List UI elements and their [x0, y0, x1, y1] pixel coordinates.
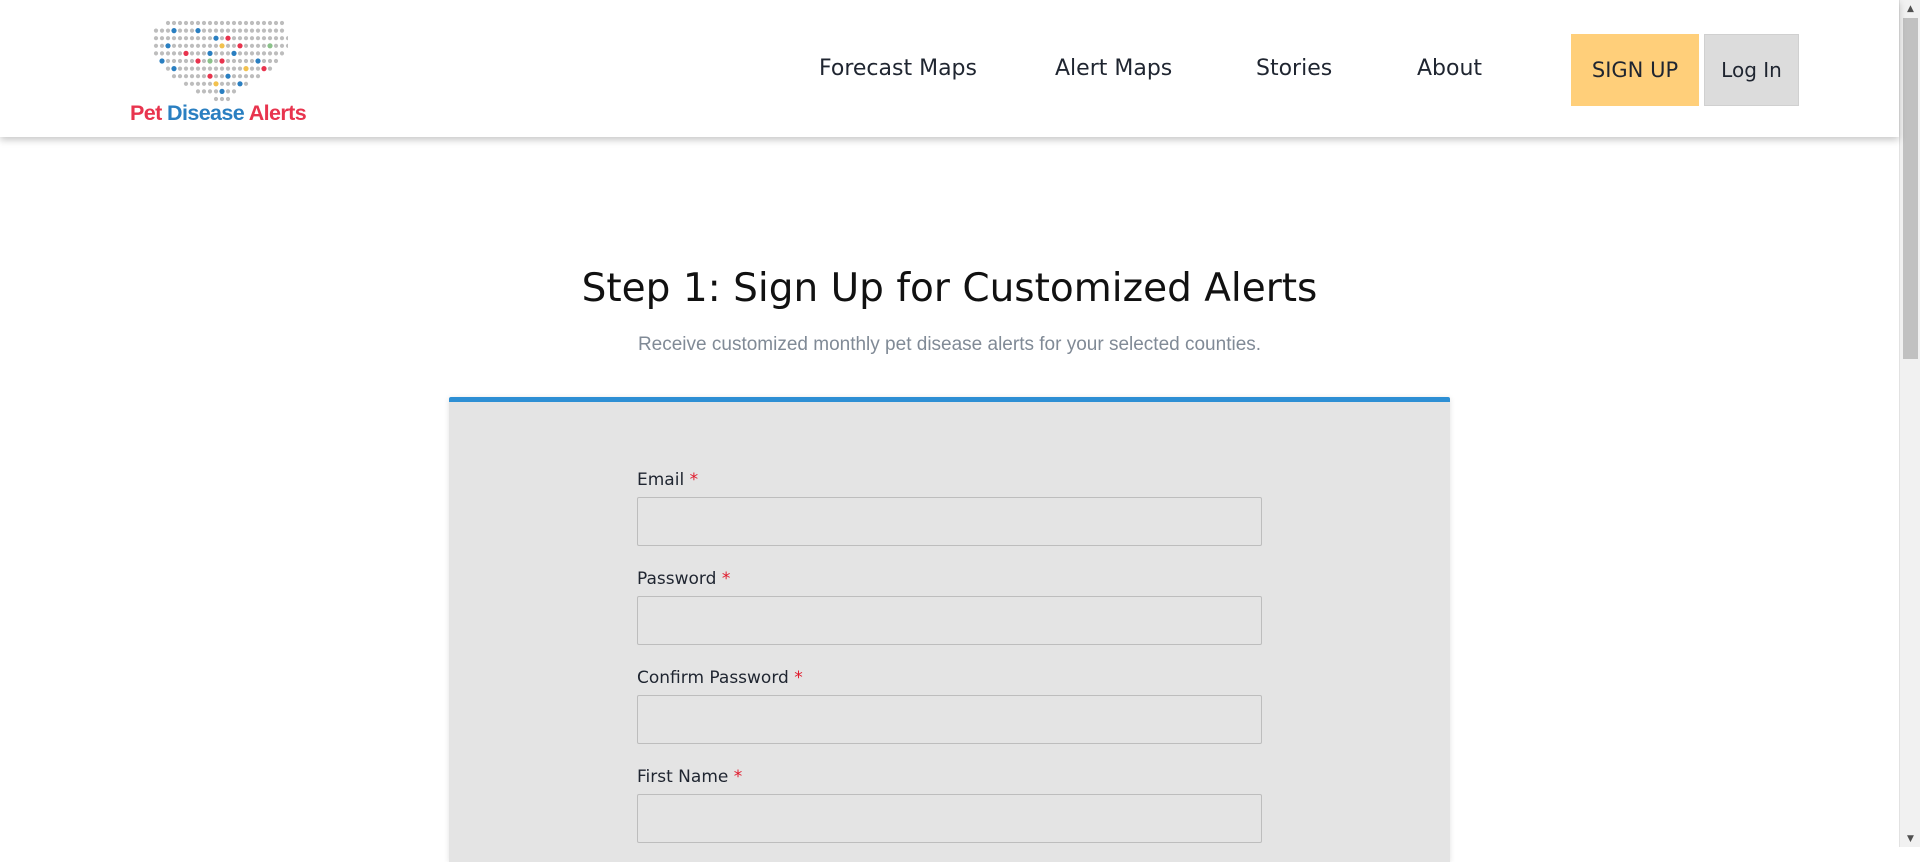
first-name-field[interactable]	[637, 794, 1262, 843]
first-name-label: First Name *	[637, 767, 742, 787]
required-asterisk: *	[733, 767, 743, 787]
required-asterisk: *	[794, 668, 803, 688]
required-asterisk: *	[721, 569, 731, 589]
site-logo[interactable]: Pet Disease Alerts	[128, 14, 312, 126]
required-asterisk: *	[689, 470, 699, 490]
email-label: Email *	[637, 470, 698, 490]
logo-word-disease: Disease	[167, 101, 245, 125]
password-label: Password *	[637, 569, 730, 589]
page-title: Step 1: Sign Up for Customized Alerts	[581, 266, 1318, 311]
scrollbar-thumb[interactable]	[1903, 18, 1918, 359]
nav-alert-maps[interactable]: Alert Maps	[1055, 56, 1172, 81]
usa-dot-map-icon	[153, 20, 288, 102]
page-subtitle: Receive customized monthly pet disease a…	[637, 334, 1262, 355]
confirm-password-label-text: Confirm Password	[637, 668, 789, 688]
site-header: Pet Disease Alerts Forecast Maps Alert M…	[0, 0, 1899, 137]
password-field[interactable]	[637, 596, 1262, 645]
nav-stories[interactable]: Stories	[1256, 56, 1332, 81]
scroll-up-arrow-icon[interactable]: ▲	[1900, 0, 1920, 17]
login-button[interactable]: Log In	[1704, 34, 1799, 106]
page-scrollbar[interactable]: ▲ ▼	[1899, 0, 1920, 847]
signup-button[interactable]: SIGN UP	[1571, 34, 1699, 106]
scroll-down-arrow-icon[interactable]: ▼	[1900, 830, 1920, 847]
logo-word-pet: Pet	[130, 101, 162, 125]
nav-about[interactable]: About	[1417, 56, 1482, 81]
password-label-text: Password	[637, 569, 717, 589]
first-name-label-text: First Name	[637, 767, 729, 787]
email-field[interactable]	[637, 497, 1262, 546]
logo-word-alerts: Alerts	[248, 101, 307, 125]
nav-forecast-maps[interactable]: Forecast Maps	[819, 56, 977, 81]
logo-text: Pet Disease Alerts	[130, 101, 307, 126]
confirm-password-label: Confirm Password *	[637, 668, 803, 688]
confirm-password-field[interactable]	[637, 695, 1262, 744]
email-label-text: Email	[637, 470, 685, 490]
